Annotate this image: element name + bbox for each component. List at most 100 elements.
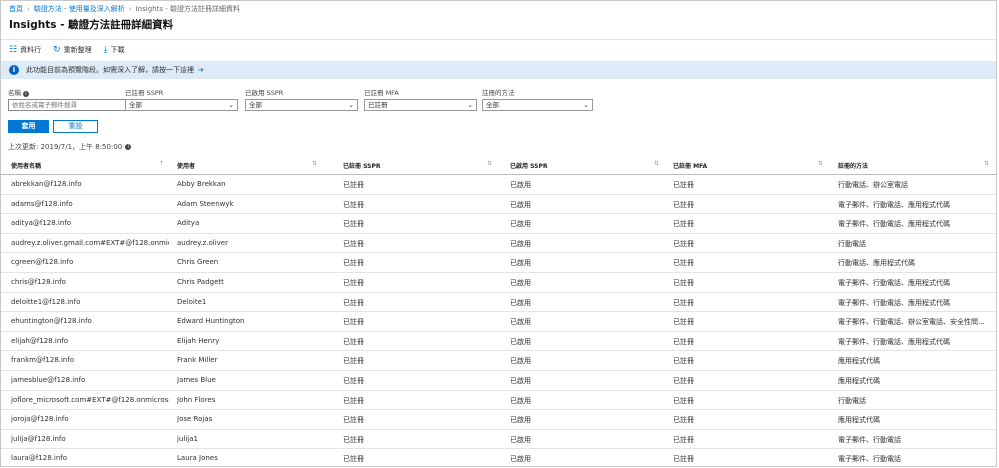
- refresh-button[interactable]: ↻ 重新整理: [53, 45, 92, 55]
- methods-label: 註冊的方法: [482, 89, 515, 97]
- cell-methods: 電子郵件、行動電話、應用程式代碼: [838, 200, 950, 209]
- methods-dropdown[interactable]: 全部 ⌄: [482, 99, 593, 111]
- registration-table: 使用者名稱 ↑ 使用者 ⇅ 已註冊 SSPR ⇅ 已啟用 SSPR ⇅ 已註冊 …: [1, 155, 996, 466]
- table-row[interactable]: aditya@f128.info Aditya 已註冊 已啟用 已註冊 電子郵件、行動電話…: [1, 214, 996, 234]
- cell-mfa-registered: 已註冊: [673, 200, 694, 209]
- sort-icon[interactable]: ↑: [159, 160, 164, 167]
- table-row[interactable]: elijah@f128.info Elijah Henry 已註冊 已啟用 已註冊 電子郵…: [1, 332, 996, 352]
- page-frame: 首頁 › 驗證方法 - 使用量及深入解析 › Insights - 驗證方法註冊詳細資料…: [0, 0, 997, 467]
- table-row[interactable]: cgreen@f128.info Chris Green 已註冊 已啟用 已註冊 行動電話…: [1, 253, 996, 273]
- table-row[interactable]: joroja@f128.info Jose Rojas 已註冊 已啟用 已註冊 應用程式代…: [1, 410, 996, 430]
- column-header-user[interactable]: 使用者: [177, 161, 327, 170]
- cell-sspr-enabled: 已啟用: [510, 200, 531, 209]
- reset-button[interactable]: 重設: [53, 120, 98, 133]
- breadcrumb-home[interactable]: 首頁: [9, 5, 23, 13]
- name-filter-label: 名稱: [8, 89, 21, 97]
- sspr-enabled-label: 已啟用 SSPR: [245, 89, 284, 97]
- sspr-registered-label: 已註冊 SSPR: [125, 89, 164, 97]
- cell-user: Chris Green: [177, 258, 219, 267]
- table-row[interactable]: ehuntington@f128.info Edward Huntington 已註…: [1, 312, 996, 332]
- table-row[interactable]: adams@f128.info Adam Steenwyk 已註冊 已啟用 已註冊 電子郵…: [1, 195, 996, 215]
- cell-user: julija1: [177, 434, 198, 443]
- cell-username: jamesblue@f128.info: [11, 375, 86, 384]
- cell-methods: 電子郵件、行動電話、應用程式代碼: [838, 278, 950, 287]
- cell-methods: 電子郵件、行動電話、辦公室電話、安全性問...: [838, 318, 985, 327]
- column-header-mfa-registered[interactable]: 已註冊 MFA: [673, 161, 823, 170]
- cell-user: Abby Brekkan: [177, 180, 226, 188]
- cell-username: chris@f128.info: [11, 277, 66, 286]
- table-row[interactable]: deloitte1@f128.info Deloite1 已註冊 已啟用 已註冊 電子郵件…: [1, 293, 996, 313]
- cell-username: cgreen@f128.info: [11, 258, 74, 267]
- preview-banner[interactable]: i 此功能目前為預覽階段。如需深入了解，請按一下這裡 ➔: [1, 61, 996, 79]
- sspr-enabled-dropdown[interactable]: 全部 ⌄: [245, 99, 358, 111]
- cell-methods: 應用程式代碼: [838, 376, 880, 385]
- table-row[interactable]: chris@f128.info Chris Padgett 已註冊 已啟用 已註冊 電子郵…: [1, 273, 996, 293]
- refresh-icon: ↻: [53, 44, 61, 55]
- table-row[interactable]: audrey.z.oliver.gmail.com#EXT#@f128.onmi…: [1, 234, 996, 254]
- cell-username: laura@f128.info: [11, 454, 68, 463]
- apply-button[interactable]: 套用: [8, 120, 49, 133]
- cell-mfa-registered: 已註冊: [673, 259, 694, 268]
- cell-methods: 行動電話、應用程式代碼: [838, 259, 915, 268]
- table-body: abrekkan@f128.info Abby Brekkan 已註冊 已啟用 已註冊行…: [1, 175, 996, 466]
- cell-user: Laura Jones: [177, 454, 218, 463]
- table-row[interactable]: joflore_microsoft.com#EXT#@f128.onmicros…: [1, 391, 996, 411]
- sspr-registered-filter: 已註冊 SSPR 全部 ⌄: [125, 89, 238, 111]
- cell-methods: 行動電話: [838, 239, 866, 248]
- sort-icon[interactable]: ⇅: [312, 160, 317, 167]
- column-header-methods[interactable]: 註冊的方法: [838, 161, 988, 170]
- column-header-sspr-registered[interactable]: 已註冊 SSPR: [343, 161, 493, 170]
- column-header-username[interactable]: 使用者名稱: [11, 161, 169, 170]
- chevron-down-icon: ⌄: [583, 101, 589, 109]
- cell-user: Elijah Henry: [177, 336, 220, 345]
- cell-user: audrey.z.oliver: [177, 238, 228, 247]
- sspr-registered-dropdown[interactable]: 全部 ⌄: [125, 99, 238, 111]
- cell-user: John Flores: [177, 395, 216, 404]
- cell-methods: 行動電話、辦公室電話: [838, 181, 908, 189]
- cell-username: elijah@f128.info: [11, 336, 69, 345]
- sort-icon[interactable]: ⇅: [984, 160, 989, 167]
- download-button[interactable]: ⤓ 下載: [104, 45, 125, 55]
- mfa-registered-dropdown[interactable]: 已註冊 ⌄: [364, 99, 477, 111]
- cell-sspr-enabled: 已啟用: [510, 435, 531, 444]
- chevron-down-icon: ⌄: [467, 101, 473, 109]
- cell-username: abrekkan@f128.info: [11, 180, 82, 188]
- table-row[interactable]: abrekkan@f128.info Abby Brekkan 已註冊 已啟用 已註冊 行…: [1, 175, 996, 195]
- cell-mfa-registered: 已註冊: [673, 278, 694, 287]
- sort-icon[interactable]: ⇅: [818, 160, 823, 167]
- methods-filter: 註冊的方法 全部 ⌄: [482, 89, 593, 111]
- cell-sspr-enabled: 已啟用: [510, 337, 531, 346]
- table-row[interactable]: laura@f128.info Laura Jones 已註冊 已啟用 已註冊 電子郵件、…: [1, 449, 996, 466]
- cell-user: Deloite1: [177, 297, 207, 306]
- breadcrumb-current: Insights - 驗證方法註冊詳細資料: [135, 5, 240, 13]
- cell-user: Frank Miller: [177, 356, 218, 365]
- columns-button[interactable]: ☷ 資料行: [9, 45, 41, 55]
- column-header-sspr-enabled[interactable]: 已啟用 SSPR: [510, 161, 660, 170]
- table-row[interactable]: julija@f128.info julija1 已註冊 已啟用 已註冊 電子郵件、行動電…: [1, 430, 996, 450]
- cell-methods: 電子郵件、行動電話、應用程式代碼: [838, 298, 950, 307]
- cell-sspr-registered: 已註冊: [343, 435, 364, 444]
- cell-methods: 應用程式代碼: [838, 416, 880, 425]
- cell-username: joroja@f128.info: [11, 415, 69, 424]
- cell-sspr-enabled: 已啟用: [510, 220, 531, 229]
- cell-user: James Blue: [177, 375, 216, 384]
- cell-sspr-registered: 已註冊: [343, 239, 364, 248]
- cell-username: frankm@f128.info: [11, 356, 75, 365]
- cell-user: Adam Steenwyk: [177, 199, 234, 208]
- table-row[interactable]: frankm@f128.info Frank Miller 已註冊 已啟用 已註冊 應用程…: [1, 351, 996, 371]
- sort-icon[interactable]: ⇅: [654, 160, 659, 167]
- cell-methods: 電子郵件、行動電話、應用程式代碼: [838, 337, 950, 346]
- breadcrumb-auth-methods[interactable]: 驗證方法 - 使用量及深入解析: [34, 5, 125, 13]
- table-row[interactable]: jamesblue@f128.info James Blue 已註冊 已啟用 已註冊 應用…: [1, 371, 996, 391]
- cell-username: julija@f128.info: [11, 434, 66, 443]
- sort-icon[interactable]: ⇅: [487, 160, 492, 167]
- cell-mfa-registered: 已註冊: [673, 337, 694, 346]
- cell-sspr-registered: 已註冊: [343, 416, 364, 425]
- download-icon: ⤓: [103, 44, 108, 55]
- chevron-down-icon: ⌄: [228, 101, 234, 109]
- cell-methods: 電子郵件、行動電話: [838, 435, 901, 444]
- refresh-label: 重新整理: [63, 46, 92, 54]
- columns-label: 資料行: [20, 46, 42, 54]
- sspr-registered-value: 全部: [129, 101, 142, 109]
- page-title: Insights - 驗證方法註冊詳細資料: [9, 19, 174, 31]
